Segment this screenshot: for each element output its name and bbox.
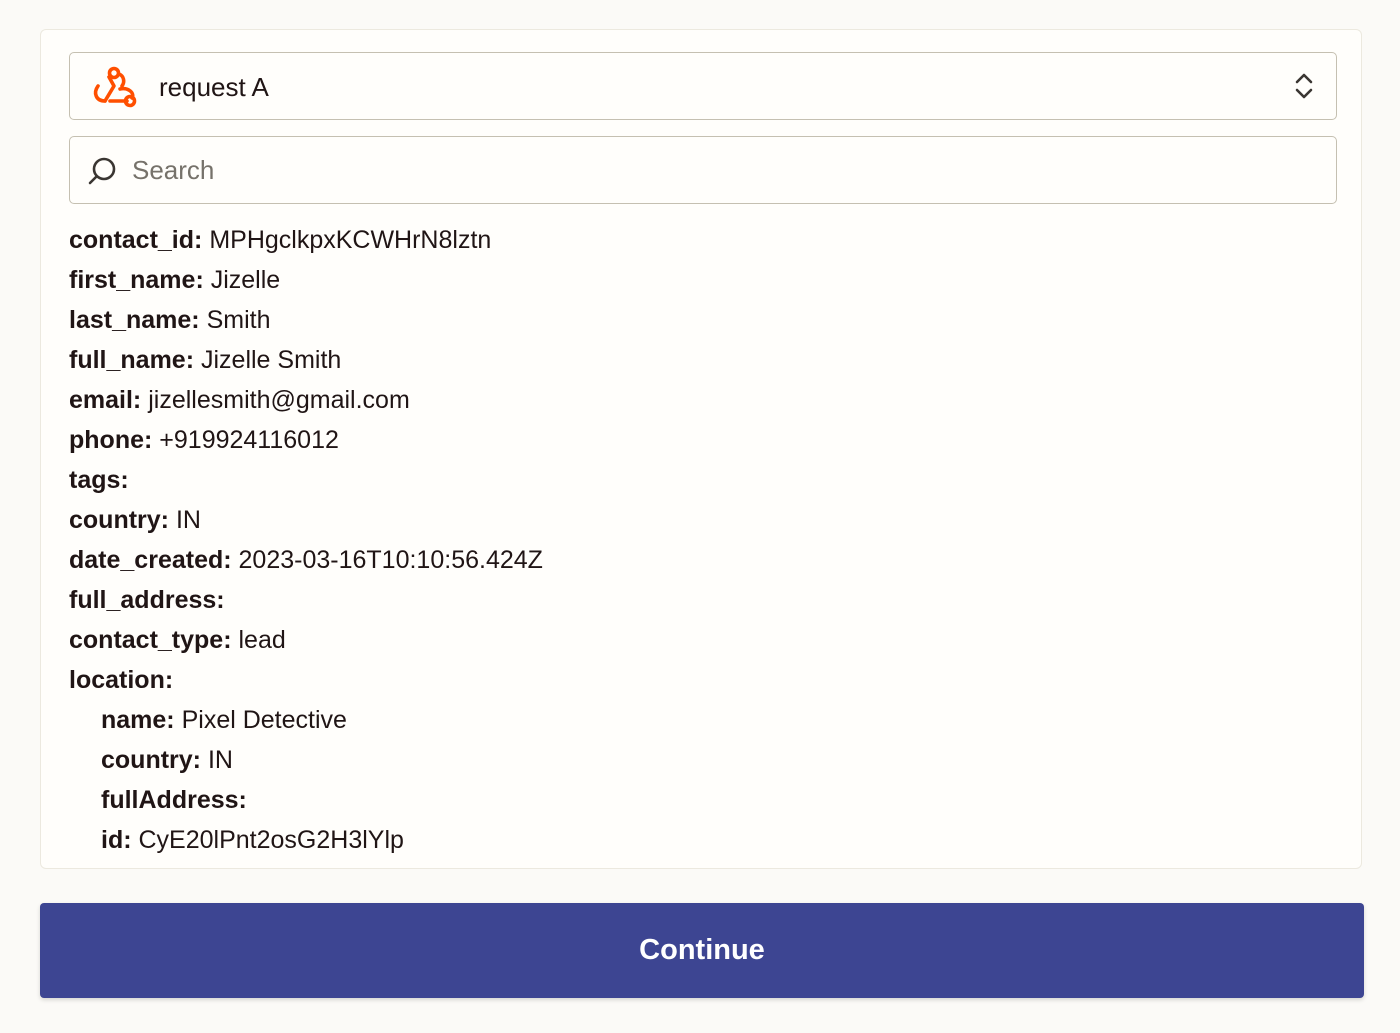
field-country[interactable]: country: IN — [69, 500, 1329, 540]
continue-button[interactable]: Continue — [40, 903, 1364, 998]
search-input[interactable] — [132, 149, 1312, 191]
field-tags[interactable]: tags: — [69, 460, 1329, 500]
field-location-country[interactable]: country: IN — [69, 740, 1329, 780]
field-phone[interactable]: phone: +919924116012 — [69, 420, 1329, 460]
field-location[interactable]: location: — [69, 660, 1329, 700]
field-first-name[interactable]: first_name: Jizelle — [69, 260, 1329, 300]
webhook-icon — [93, 66, 137, 108]
request-selector-label: request A — [159, 72, 269, 102]
field-email[interactable]: email: jizellesmith@gmail.com — [69, 380, 1329, 420]
chevron-up-down-icon — [1295, 73, 1313, 99]
field-full-address[interactable]: full_address: — [69, 580, 1329, 620]
field-list: contact_id: MPHgclkpxKCWHrN8lztn first_n… — [69, 220, 1329, 860]
search-box — [69, 136, 1337, 204]
field-location-full-address[interactable]: fullAddress: — [69, 780, 1329, 820]
field-location-name[interactable]: name: Pixel Detective — [69, 700, 1329, 740]
field-full-name[interactable]: full_name: Jizelle Smith — [69, 340, 1329, 380]
request-selector[interactable]: request A — [69, 52, 1337, 120]
field-location-id[interactable]: id: CyE20lPnt2osG2H3lYlp — [69, 820, 1329, 860]
field-last-name[interactable]: last_name: Smith — [69, 300, 1329, 340]
field-date-created[interactable]: date_created: 2023-03-16T10:10:56.424Z — [69, 540, 1329, 580]
field-contact-id[interactable]: contact_id: MPHgclkpxKCWHrN8lztn — [69, 220, 1329, 260]
field-contact-type[interactable]: contact_type: lead — [69, 620, 1329, 660]
data-panel: request A contact_id: MPHgclkpxKCWHrN8lz… — [40, 29, 1362, 869]
search-icon — [88, 157, 116, 185]
